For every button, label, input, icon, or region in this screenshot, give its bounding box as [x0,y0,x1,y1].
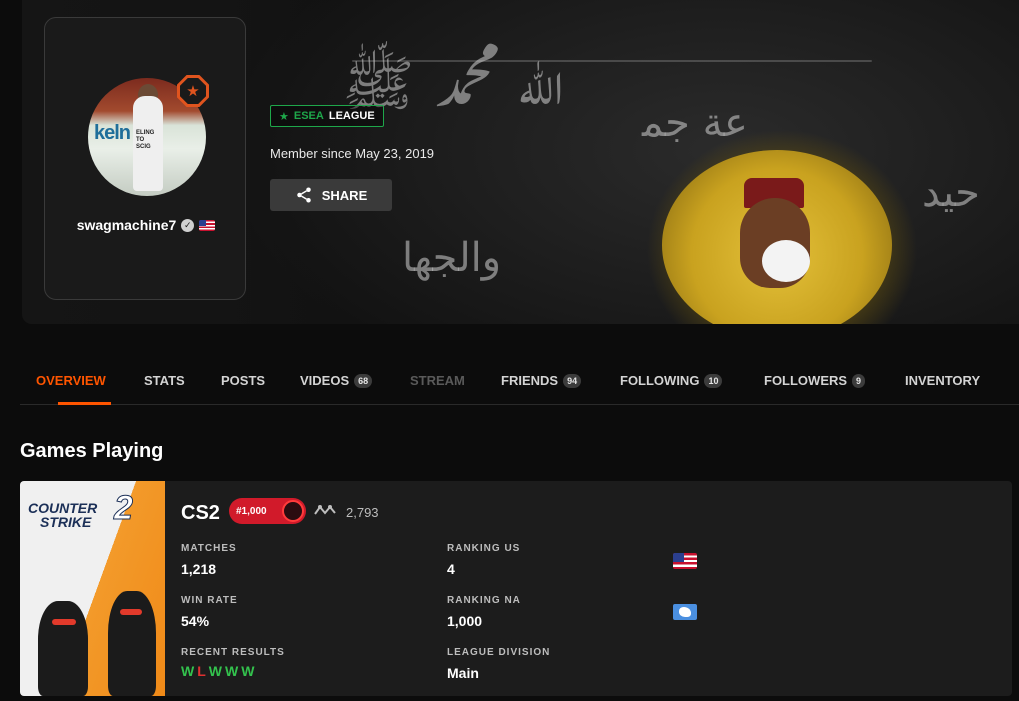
rank-dial-icon [282,500,304,522]
recent-results-label: RECENT RESULTS [181,647,285,658]
esea-label: ESEA [293,110,324,122]
share-icon [296,187,311,203]
win-rate-value: 54% [181,613,210,629]
result-win: W [181,663,195,679]
level-badge-icon: ★ [177,75,209,107]
avatar-shirt-text: ELING TO SCIG [136,130,155,150]
star-icon: ★ [279,110,289,123]
elo-value: 2,793 [346,505,379,520]
username-row: swagmachine7 ✓ [45,217,247,233]
result-win: W [208,663,222,679]
avatar-background-text: keln [94,122,131,144]
share-label: SHARE [321,187,368,203]
rank-badge-label: #1,000 [236,505,267,517]
friends-count-badge: 94 [563,373,582,388]
tab-stats[interactable]: STATS [144,373,185,388]
cs2-game-art[interactable]: COUNTER STRIKE 2 [20,481,165,696]
ranking-na-value: 1,000 [447,613,483,629]
tab-friends[interactable]: FRIENDS 94 [501,373,582,388]
win-rate-label: WIN RATE [181,595,238,606]
followers-count-badge: 9 [852,373,866,388]
share-button[interactable]: SHARE [270,179,392,211]
goggle [52,619,76,625]
profile-card: keln ELING TO SCIG ★ swagmachine7 ✓ [44,17,246,300]
banner-stripe [352,60,872,62]
banner-calligraphy: ﻋﺔ ﺟﻤ [642,100,748,146]
active-tab-underline [58,402,111,405]
videos-count-badge: 68 [354,373,373,388]
na-region-icon [673,604,697,620]
banner-calligraphy: ﻭﺍﻟﺠﻬﺎ [402,235,502,281]
result-loss: L [197,663,206,679]
esea-league-badge[interactable]: ★ ESEA LEAGUE [270,105,384,127]
banner-mascot [662,150,892,324]
league-division-label: LEAGUE DIVISION [447,647,551,658]
soldier-figure [108,591,156,696]
tab-videos[interactable]: VIDEOS 68 [300,373,373,388]
game-card-cs2[interactable]: COUNTER STRIKE 2 CS2 #1,000 2,793 MATCHE… [20,481,1012,696]
tab-following[interactable]: FOLLOWING 10 [620,373,723,388]
league-label: LEAGUE [328,110,375,122]
matches-value: 1,218 [181,561,217,577]
rank-badge[interactable]: #1,000 [229,498,306,524]
games-playing-title: Games Playing [20,440,164,462]
tab-overview[interactable]: OVERVIEW [36,373,106,388]
following-count-badge: 10 [704,373,723,388]
ranking-us-value: 4 [447,561,455,577]
us-flag-icon [673,553,697,569]
us-flag-icon [199,219,216,231]
game-name: CS2 [181,502,220,524]
matches-label: MATCHES [181,543,237,554]
ranking-na-label: RANKING NA [447,595,521,606]
tab-inventory[interactable]: INVENTORY [905,373,980,388]
verified-icon: ✓ [181,218,195,232]
soldier-figure [38,601,88,696]
banner-calligraphy: ﺣﻴﺪ [922,170,980,216]
ranking-us-label: RANKING US [447,543,521,554]
result-win: W [225,663,239,679]
profile-tabs: OVERVIEW STATS POSTS VIDEOS 68 STREAM FRI… [20,358,1019,405]
goggle [120,609,142,615]
tab-posts[interactable]: POSTS [221,373,265,388]
cs2-logo: COUNTER STRIKE 2 [28,489,133,530]
recent-results: W L W W W [181,663,254,679]
tab-stream[interactable]: STREAM [410,373,465,388]
member-since: Member since May 23, 2019 [270,146,435,161]
username: swagmachine7 [76,217,177,233]
tab-followers[interactable]: FOLLOWERS 9 [764,373,866,388]
elo-icon [314,505,336,515]
league-division-value: Main [447,665,479,681]
result-win: W [241,663,255,679]
